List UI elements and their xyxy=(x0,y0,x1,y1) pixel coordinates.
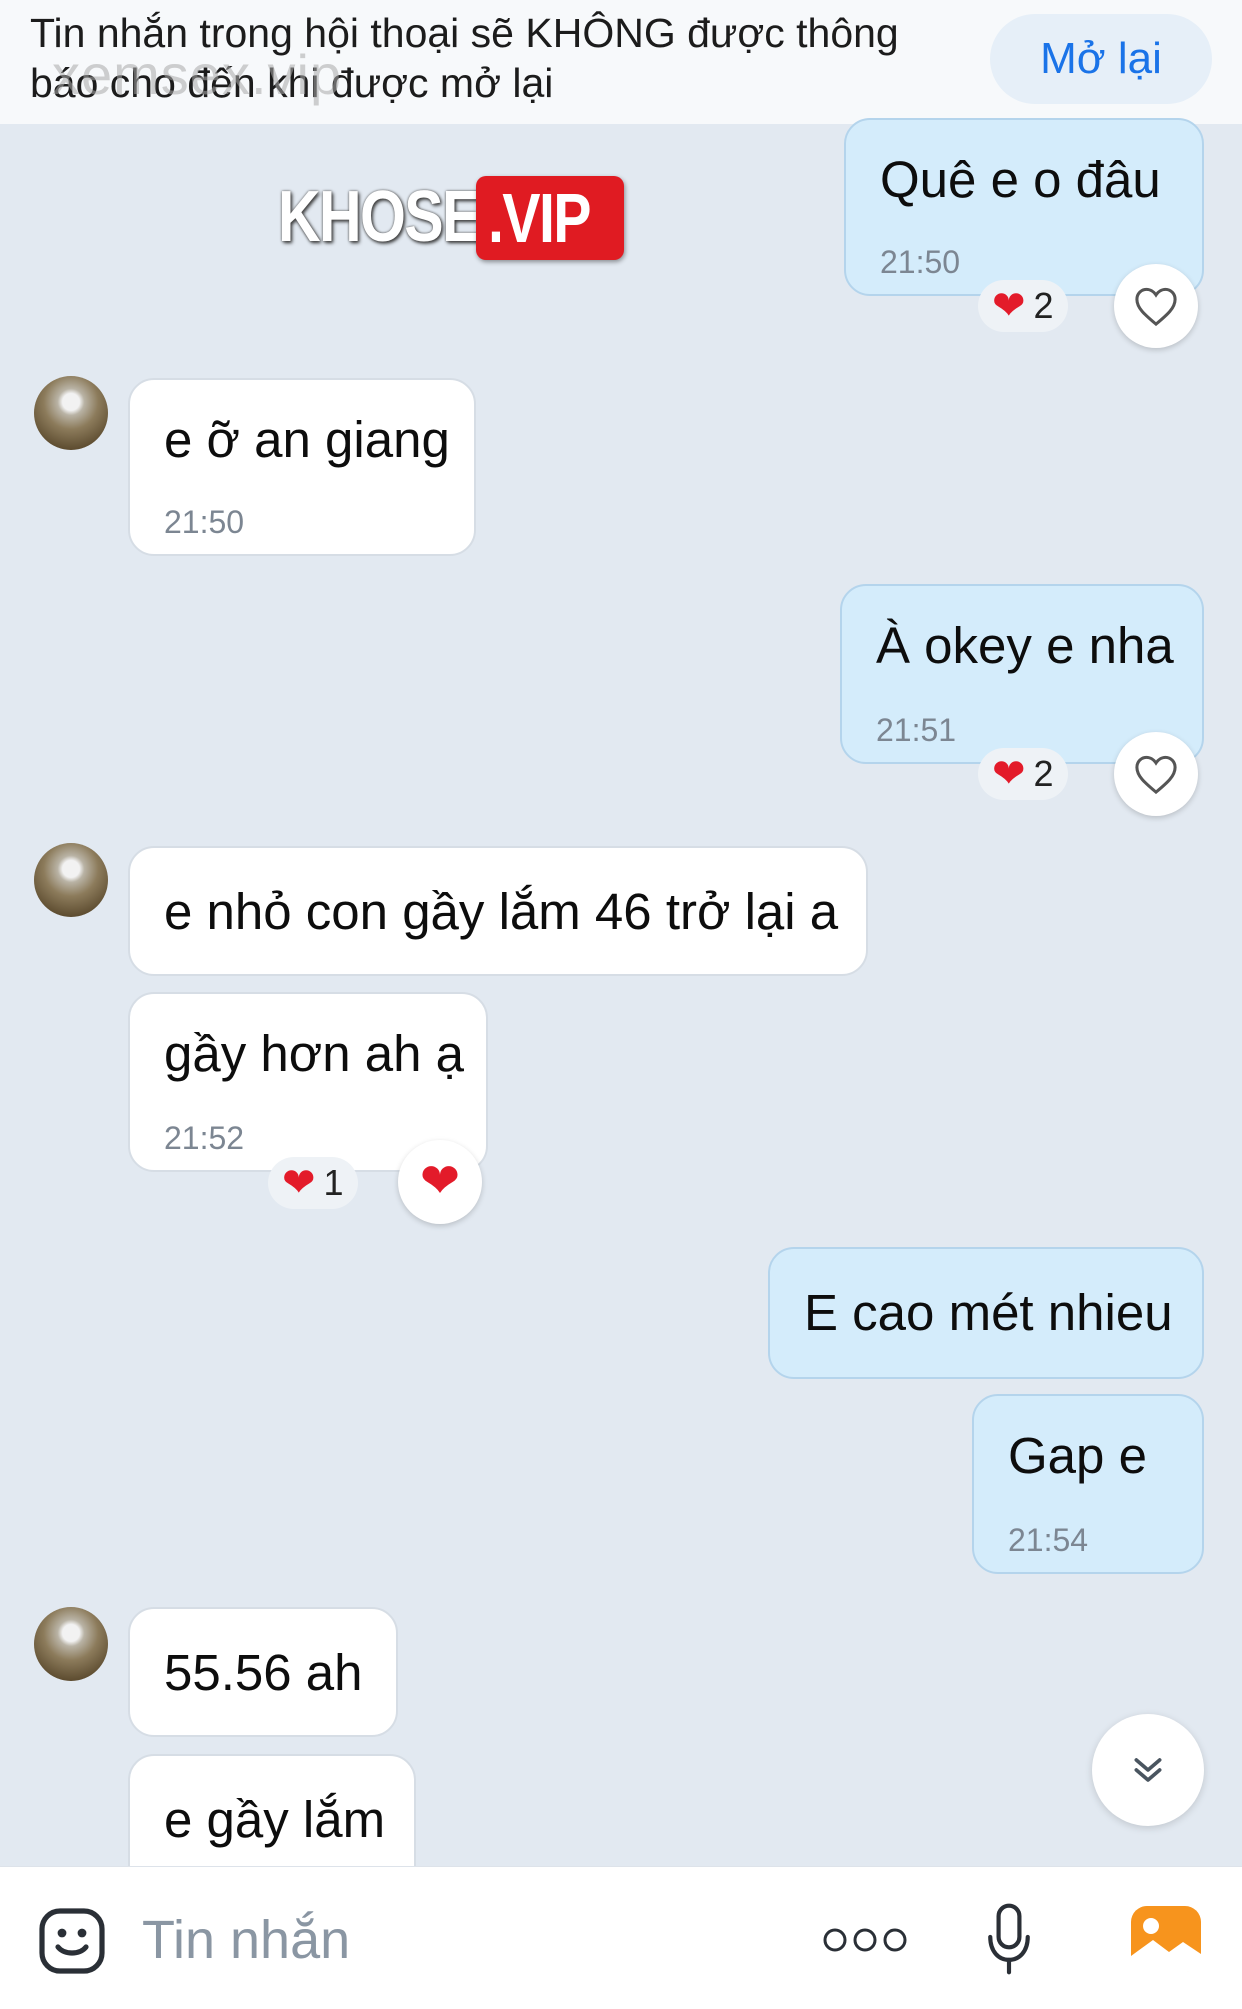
message-time: 21:51 xyxy=(876,712,957,748)
gallery-icon[interactable] xyxy=(1128,1903,1204,1975)
message-bubble-incoming[interactable]: e nhỏ con gầy lắm 46 trở lại a xyxy=(128,846,868,976)
avatar[interactable] xyxy=(34,1607,108,1681)
message-text: e nhỏ con gầy lắm 46 trở lại a xyxy=(164,883,839,940)
heart-icon: ❤ xyxy=(282,1161,316,1205)
logo-part-2: .VIP xyxy=(476,176,625,260)
message-time: 21:54 xyxy=(1008,1522,1089,1558)
watermark-text: xemsex.vip xyxy=(52,43,343,106)
heart-outline-icon xyxy=(1135,755,1177,795)
message-text: e ỡ an giang xyxy=(164,411,450,468)
reaction-summary[interactable]: ❤ 2 xyxy=(978,280,1068,332)
heart-outline-icon xyxy=(1135,287,1177,327)
message-bubble-incoming[interactable]: e ỡ an giang 21:50 xyxy=(128,378,476,556)
microphone-icon[interactable] xyxy=(976,1897,1042,1981)
message-time: 21:52 xyxy=(164,1120,245,1156)
message-text: Gap e xyxy=(1008,1427,1147,1484)
double-chevron-down-icon xyxy=(1134,1758,1162,1782)
message-text: À okey e nha xyxy=(876,617,1174,674)
message-input[interactable]: Tin nhắn xyxy=(142,1909,350,1971)
react-button-active[interactable]: ❤ xyxy=(398,1140,482,1224)
reaction-count: 2 xyxy=(1033,753,1054,794)
react-button[interactable] xyxy=(1114,732,1198,816)
sticker-icon[interactable] xyxy=(34,1903,110,1979)
reaction-count: 2 xyxy=(1033,285,1054,326)
scroll-to-bottom-button[interactable] xyxy=(1092,1714,1204,1826)
message-composer: Tin nhắn xyxy=(0,1866,1242,2009)
message-text: Quê e o đâu xyxy=(880,151,1161,208)
message-text: e gầy lắm xyxy=(164,1791,386,1848)
reaction-summary[interactable]: ❤ 2 xyxy=(978,748,1068,800)
message-text: gầy hơn ah ạ xyxy=(164,1025,464,1082)
reaction-count: 1 xyxy=(323,1162,344,1203)
mute-notice-banner: Tin nhắn trong hội thoại sẽ KHÔNG được t… xyxy=(0,0,1242,124)
react-button[interactable] xyxy=(1114,264,1198,348)
reopen-button[interactable]: Mở lại xyxy=(990,14,1212,104)
heart-icon: ❤ xyxy=(992,284,1026,328)
message-bubble-incoming[interactable]: 55.56 ah xyxy=(128,1607,398,1737)
heart-filled-icon: ❤ xyxy=(419,1155,461,1208)
message-bubble-outgoing[interactable]: E cao mét nhieu xyxy=(768,1247,1204,1379)
site-logo-watermark: KHOSEX .VIP xyxy=(278,174,625,260)
message-time: 21:50 xyxy=(880,244,961,280)
message-bubble-outgoing[interactable]: Gap e 21:54 xyxy=(972,1394,1204,1574)
message-text: 55.56 ah xyxy=(164,1644,363,1701)
more-icon[interactable] xyxy=(822,1915,908,1965)
avatar[interactable] xyxy=(34,843,108,917)
avatar[interactable] xyxy=(34,376,108,450)
heart-icon: ❤ xyxy=(992,752,1026,796)
message-time: 21:50 xyxy=(164,504,245,540)
message-text: E cao mét nhieu xyxy=(804,1284,1173,1341)
reaction-summary[interactable]: ❤ 1 xyxy=(268,1157,358,1209)
